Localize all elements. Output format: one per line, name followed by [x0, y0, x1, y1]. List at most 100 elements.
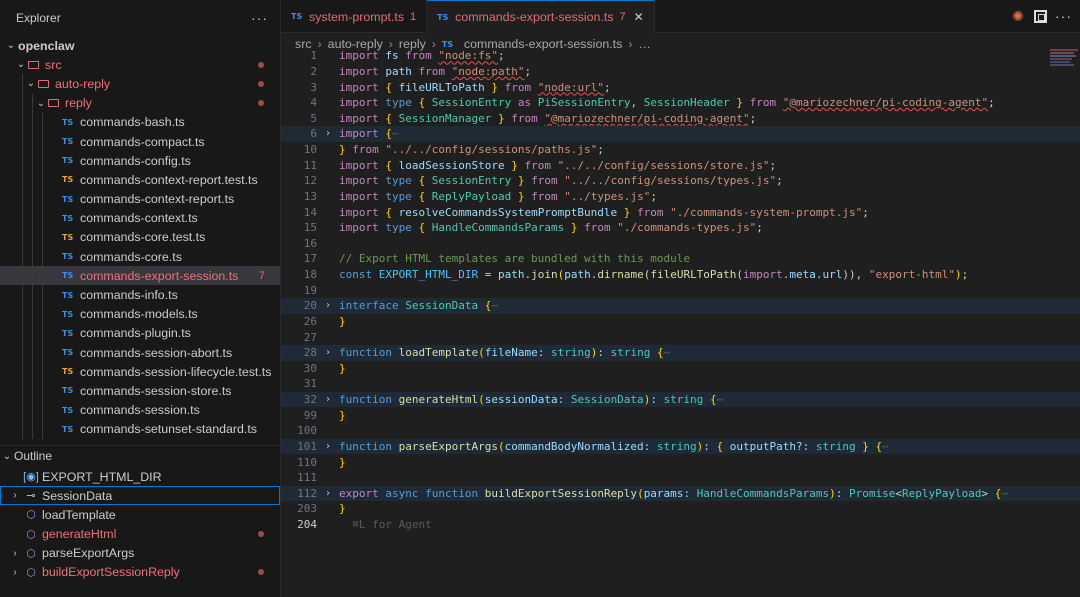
tree-file[interactable]: TS commands-core.test.ts: [0, 227, 280, 248]
sparkle-icon[interactable]: ✺: [1010, 8, 1026, 24]
outline-item[interactable]: ⬡ generateHtml: [0, 525, 280, 544]
tree-folder[interactable]: ⌄ src: [0, 55, 280, 74]
tree-file[interactable]: TS commands-context.ts: [0, 208, 280, 228]
fold-chevron-icon[interactable]: ›: [317, 441, 339, 452]
code-text: }: [339, 455, 346, 469]
typescript-file-icon: TS: [291, 12, 303, 21]
fold-chevron-icon[interactable]: ›: [317, 488, 339, 499]
tree-item-label: commands-session-abort.ts: [80, 345, 233, 360]
code-line[interactable]: 18 const EXPORT_HTML_DIR = path.join(path…: [281, 267, 1080, 283]
indent-guide: [32, 381, 33, 401]
code-line[interactable]: 112 › export async function buildExportSes…: [281, 485, 1080, 502]
code-line[interactable]: 30}: [281, 361, 1080, 377]
tree-file[interactable]: TS commands-session.ts: [0, 400, 280, 420]
code-text: }: [339, 361, 346, 375]
code-line[interactable]: 27: [281, 329, 1080, 345]
fold-chevron-icon[interactable]: ›: [317, 347, 339, 358]
code-line[interactable]: 1 import fs from "node:fs";: [281, 48, 1080, 64]
indent-guide: [42, 131, 43, 152]
tree-file[interactable]: TS commands-session-lifecycle.test.ts: [0, 362, 280, 382]
code-line[interactable]: 4 import type { SessionEntry as PiSession…: [281, 95, 1080, 111]
code-line[interactable]: 14 import { resolveCommandsSystemPromptBu…: [281, 204, 1080, 220]
tree-folder[interactable]: ⌄ reply: [0, 93, 280, 113]
typescript-file-icon: TS: [62, 137, 74, 147]
code-line[interactable]: 11 import { loadSessionStore } from "../.…: [281, 157, 1080, 173]
code-line[interactable]: 3 import { fileURLToPath } from "node:url…: [281, 79, 1080, 95]
typescript-file-icon: TS: [62, 194, 74, 204]
code-line[interactable]: 31: [281, 376, 1080, 392]
code-line[interactable]: 15 import type { HandleCommandsParams } f…: [281, 220, 1080, 236]
tree-file[interactable]: TS commands-bash.ts: [0, 112, 280, 132]
code-line[interactable]: 100: [281, 423, 1080, 439]
code-line[interactable]: 12 import type { SessionEntry } from "../…: [281, 173, 1080, 189]
minimap[interactable]: [1048, 48, 1080, 78]
code-line[interactable]: 20 › interface SessionData {⋯: [281, 298, 1080, 314]
code-line[interactable]: 10} from "../../config/sessions/paths.js…: [281, 142, 1080, 158]
code-line[interactable]: 5 import { SessionManager } from "@marioz…: [281, 111, 1080, 127]
outline-item[interactable]: › ⬡ parseExportArgs: [0, 544, 280, 563]
tree-item-label: commands-core.ts: [80, 249, 182, 264]
outline-item-label: buildExportSessionReply: [42, 565, 180, 580]
tree-file[interactable]: TS commands-export-session.ts 7: [0, 266, 280, 286]
outline-item[interactable]: ⬡ loadTemplate: [0, 505, 280, 524]
tree-file[interactable]: TS commands-compact.ts: [0, 131, 280, 152]
code-line[interactable]: 110}: [281, 454, 1080, 470]
tab-system-prompt[interactable]: TS system-prompt.ts 1: [281, 0, 428, 33]
code-line[interactable]: 19: [281, 282, 1080, 298]
tree-file[interactable]: TS commands-core.ts: [0, 247, 280, 267]
code-line[interactable]: 32 › function generateHtml(sessionData: Se…: [281, 391, 1080, 408]
indent-guide: [32, 189, 33, 209]
outline-item[interactable]: › ⬡ buildExportSessionReply: [0, 563, 280, 582]
indent-guide: [32, 304, 33, 324]
tree-item-label: commands-context.ts: [80, 211, 198, 226]
outline-header[interactable]: ⌄ Outline: [0, 444, 280, 467]
outline-item[interactable]: [◉] EXPORT_HTML_DIR: [0, 467, 280, 486]
tree-file[interactable]: TS commands-session-abort.ts: [0, 343, 280, 363]
outline-item[interactable]: › ⊸ SessionData: [0, 486, 280, 506]
tree-file[interactable]: TS commands-info.ts: [0, 285, 280, 305]
code-line[interactable]: 99}: [281, 407, 1080, 423]
code-line[interactable]: 203}: [281, 501, 1080, 517]
more-actions-icon[interactable]: ···: [251, 10, 268, 26]
tree-root[interactable]: ⌄ openclaw: [0, 36, 280, 55]
tree-file[interactable]: TS commands-plugin.ts: [0, 323, 280, 343]
typescript-file-icon: TS: [62, 328, 74, 338]
fold-chevron-icon[interactable]: ›: [317, 300, 339, 311]
code-editor[interactable]: 1 import fs from "node:fs"; 2 import path f…: [281, 48, 1080, 532]
code-line[interactable]: 17 // Export HTML templates are bundled w…: [281, 251, 1080, 267]
code-line[interactable]: 2 import path from "node:path";: [281, 64, 1080, 80]
tab-label: system-prompt.ts: [309, 9, 405, 24]
code-line[interactable]: 101 › function parseExportArgs(commandBody…: [281, 438, 1080, 455]
indent-guide: [42, 247, 43, 267]
indent-guide: [32, 208, 33, 228]
tree-file[interactable]: TS commands-setunset-standard.ts: [0, 419, 280, 439]
tree-file[interactable]: TS commands-context-report.ts: [0, 189, 280, 209]
tree-file[interactable]: TS commands-context-report.test.ts: [0, 170, 280, 190]
code-line[interactable]: 16: [281, 236, 1080, 252]
code-line[interactable]: 28 › function loadTemplate(fileName: strin…: [281, 344, 1080, 361]
indent-guide: [42, 343, 43, 363]
code-line[interactable]: 26}: [281, 314, 1080, 330]
tree-item-label: commands-config.ts: [80, 153, 191, 168]
fold-chevron-icon[interactable]: ›: [317, 394, 339, 405]
indent-guide: [22, 208, 23, 228]
tree-item-label: commands-context-report.ts: [80, 192, 235, 207]
indent-guide: [32, 112, 33, 132]
close-icon[interactable]: ✕: [634, 10, 644, 24]
tree-file[interactable]: TS commands-session-store.ts: [0, 381, 280, 401]
typescript-file-icon: TS: [62, 213, 74, 223]
fold-chevron-icon[interactable]: ›: [317, 128, 339, 139]
tree-file[interactable]: TS commands-models.ts: [0, 304, 280, 324]
indent-guide: [42, 112, 43, 132]
indent-guide: [32, 362, 33, 382]
code-line[interactable]: 111: [281, 470, 1080, 486]
code-line[interactable]: 204 ⌘L for Agent: [281, 517, 1080, 533]
tree-file[interactable]: TS commands-config.ts: [0, 151, 280, 171]
split-editor-icon[interactable]: [1034, 9, 1047, 23]
problem-count-badge: 7: [619, 11, 626, 23]
code-line[interactable]: 6 › import {⋯: [281, 126, 1080, 142]
tree-folder[interactable]: ⌄ auto-reply: [0, 74, 280, 94]
more-actions-icon[interactable]: ···: [1055, 8, 1072, 24]
tab-commands-export-session[interactable]: TS commands-export-session.ts 7 ✕: [427, 0, 655, 33]
code-line[interactable]: 13 import type { ReplyPayload } from "../…: [281, 189, 1080, 205]
